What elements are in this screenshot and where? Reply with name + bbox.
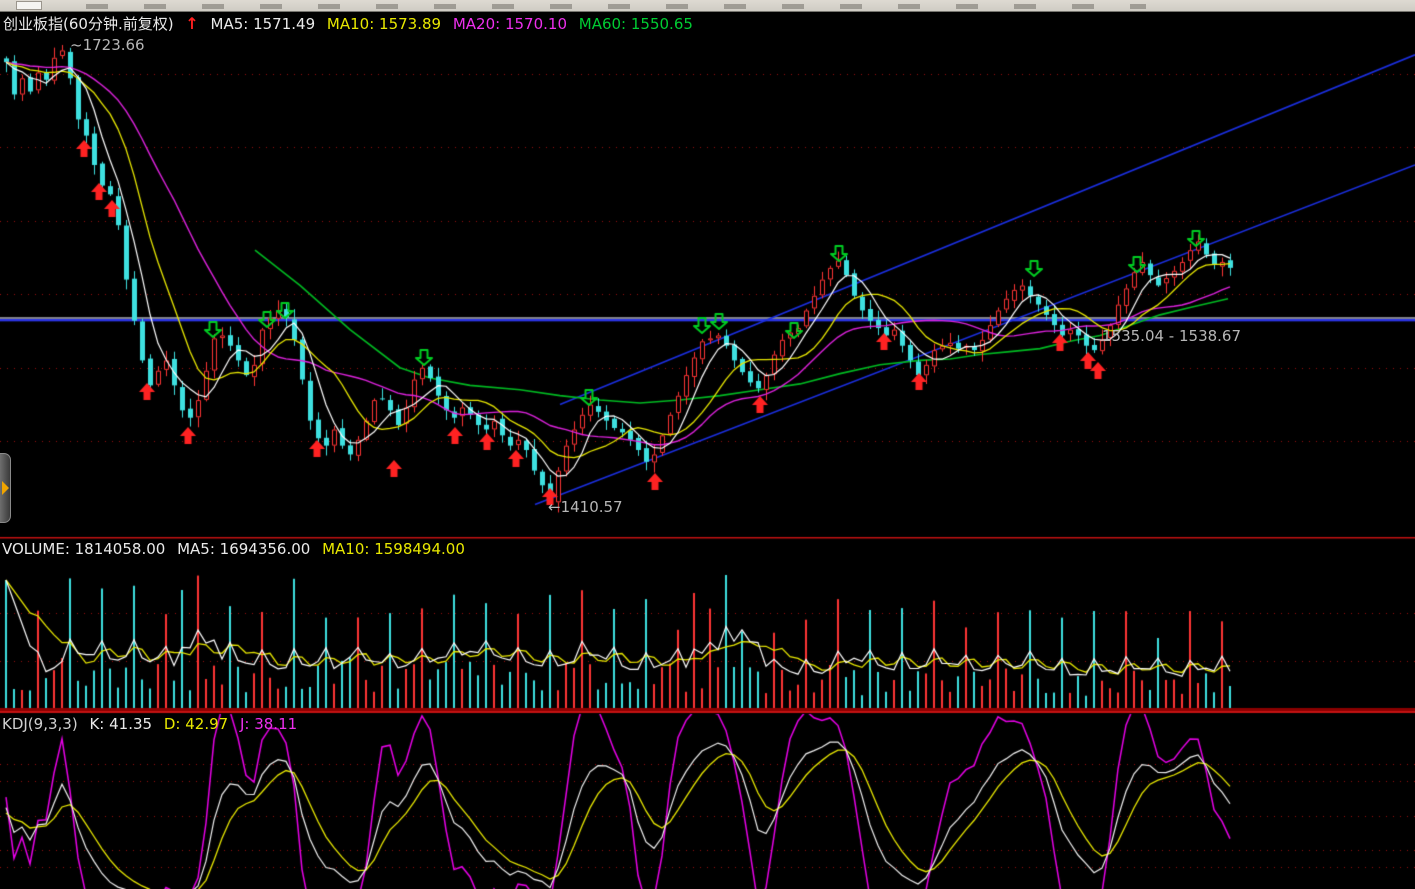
- top-menu-bar[interactable]: [0, 0, 1415, 12]
- chart-canvas[interactable]: [0, 0, 1415, 889]
- ma20-readout: MA20: 1570.10: [453, 15, 567, 33]
- trend-up-icon: ↑: [185, 14, 198, 33]
- kdj-k-readout: K: 41.35: [89, 715, 152, 733]
- toolbar-menu-items[interactable]: [86, 4, 1146, 9]
- volume-ma5-readout: MA5: 1694356.00: [177, 540, 310, 558]
- sidebar-expand-toggle[interactable]: [0, 453, 11, 523]
- volume-readout: VOLUME: 1814058.00: [2, 540, 165, 558]
- kdj-j-readout: J: 38.11: [240, 715, 297, 733]
- expand-arrow-icon: [2, 481, 9, 495]
- hline-price-annotation: 1535.04 - 1538.67: [1102, 327, 1241, 345]
- low-price-annotation: ←1410.57: [548, 498, 623, 516]
- ma60-readout: MA60: 1550.65: [579, 15, 693, 33]
- ma10-readout: MA10: 1573.89: [327, 15, 441, 33]
- toolbar-button[interactable]: [16, 1, 42, 10]
- volume-ma10-readout: MA10: 1598494.00: [322, 540, 465, 558]
- main-chart-header: 创业板指(60分钟.前复权) ↑ MA5: 1571.49 MA10: 1573…: [3, 13, 700, 34]
- high-price-annotation: ~1723.66: [70, 36, 145, 54]
- kdj-d-readout: D: 42.97: [164, 715, 228, 733]
- kdj-pane-header: KDJ(9,3,3) K: 41.35 D: 42.97 J: 38.11: [2, 715, 304, 733]
- instrument-title: 创业板指(60分钟.前复权): [3, 15, 174, 33]
- volume-pane-header: VOLUME: 1814058.00 MA5: 1694356.00 MA10:…: [2, 540, 472, 558]
- ma5-readout: MA5: 1571.49: [211, 15, 316, 33]
- trading-app-window: 创业板指(60分钟.前复权) ↑ MA5: 1571.49 MA10: 1573…: [0, 0, 1415, 889]
- kdj-title: KDJ(9,3,3): [2, 715, 78, 733]
